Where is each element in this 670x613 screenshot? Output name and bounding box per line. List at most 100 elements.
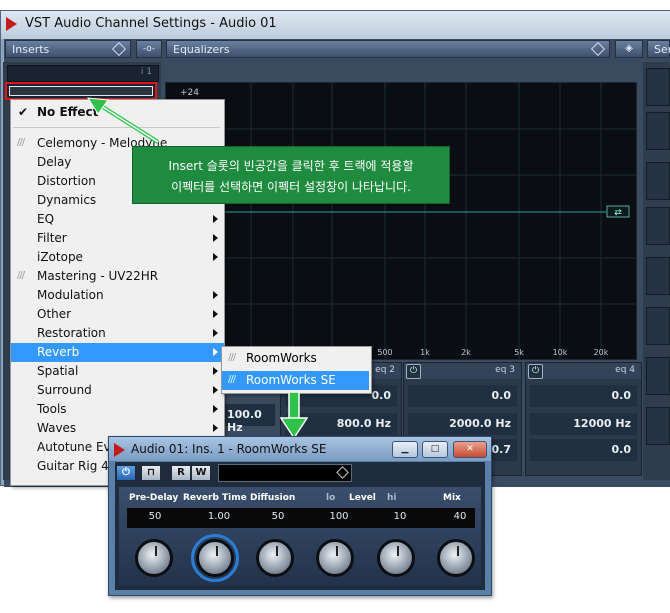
empty-insert-slot[interactable] bbox=[9, 86, 153, 96]
sends-panel bbox=[643, 62, 670, 480]
inserts-preset-icon[interactable] bbox=[111, 41, 127, 57]
menu-item-spatial[interactable]: Spatial bbox=[11, 362, 224, 381]
knob-indicator bbox=[397, 546, 399, 556]
chevron-right-icon bbox=[213, 329, 218, 337]
main-titlebar[interactable]: VST Audio Channel Settings - Audio 01 bbox=[1, 11, 670, 39]
power-icon[interactable]: ⏻ bbox=[528, 364, 543, 379]
plugin-window-title: Audio 01: Ins. 1 - RoomWorks SE bbox=[131, 442, 327, 456]
menu-item-tools[interactable]: Tools bbox=[11, 400, 224, 419]
eq-preset-icon[interactable] bbox=[590, 41, 606, 57]
menu-item-reverb[interactable]: Reverb bbox=[11, 343, 224, 362]
send-slot-2[interactable] bbox=[646, 112, 670, 150]
menu-item-other[interactable]: Other bbox=[11, 305, 224, 324]
freq-tick-label: 2k bbox=[461, 348, 471, 357]
level-lo-knob[interactable] bbox=[316, 539, 354, 577]
close-button[interactable]: ✕ bbox=[453, 441, 487, 458]
plugin-icon: /// bbox=[228, 352, 236, 363]
send-slot-8[interactable] bbox=[646, 407, 670, 445]
menu-item-label: EQ bbox=[37, 212, 55, 226]
minimize-button[interactable]: ▁ bbox=[392, 441, 418, 458]
eq-bypass-button[interactable]: ◈ bbox=[615, 40, 643, 58]
equalizers-header[interactable]: Equalizers bbox=[166, 40, 610, 58]
minimize-icon: ▁ bbox=[401, 444, 409, 454]
eq-freq-value[interactable]: 12000 Hz bbox=[530, 413, 637, 435]
plugin-power-button[interactable]: ⏻ bbox=[116, 465, 136, 481]
sends-header[interactable]: Sen bbox=[647, 40, 670, 58]
send-slot-1[interactable] bbox=[646, 68, 670, 106]
menu-item-surround[interactable]: Surround bbox=[11, 381, 224, 400]
send-slot-3[interactable] bbox=[646, 162, 670, 200]
eq-grid: ⇄ +24 501002005001k2k5k10k20k bbox=[166, 83, 636, 359]
eq-band-label: eq 3 bbox=[495, 365, 515, 375]
inserts-header[interactable]: Inserts bbox=[5, 40, 131, 58]
menu-item-label: Delay bbox=[37, 155, 72, 169]
freq-tick-label: 10k bbox=[553, 348, 568, 357]
power-icon: ⏻ bbox=[122, 467, 130, 478]
send-slot-4[interactable] bbox=[646, 207, 670, 245]
read-automation-button[interactable]: R bbox=[171, 465, 191, 481]
eq1-freq-value[interactable]: 100.0 Hz bbox=[223, 404, 275, 434]
eq-freq-value[interactable]: 2000.0 Hz bbox=[408, 413, 517, 435]
inserts-bypass-button[interactable]: -o- bbox=[136, 40, 162, 58]
svg-text:⇄: ⇄ bbox=[614, 208, 622, 218]
param-label-reverb-time: Reverb Time bbox=[183, 493, 247, 503]
menu-item-label: Restoration bbox=[37, 326, 106, 340]
mix-knob[interactable] bbox=[437, 539, 475, 577]
menu-item-mastering-uv22hr[interactable]: /// Mastering - UV22HR bbox=[11, 267, 224, 286]
param-label-diffusion: Diffusion bbox=[250, 493, 296, 503]
param-value-diffusion: 50 bbox=[271, 511, 285, 522]
callout-line-1: Insert 슬롯의 빈공간을 클릭한 후 트랙에 적용할 bbox=[168, 159, 414, 173]
menu-item-modulation[interactable]: Modulation bbox=[11, 286, 224, 305]
chevron-right-icon bbox=[213, 291, 218, 299]
power-icon[interactable]: ⏻ bbox=[406, 364, 421, 379]
menu-item-label: Other bbox=[37, 307, 72, 321]
menu-item-filter[interactable]: Filter bbox=[11, 229, 224, 248]
pre-delay-knob[interactable] bbox=[135, 539, 173, 577]
read-label: R bbox=[177, 467, 185, 478]
menu-item-izotope[interactable]: iZotope bbox=[11, 248, 224, 267]
preset-field[interactable] bbox=[218, 464, 352, 482]
submenu-item-label: RoomWorks SE bbox=[246, 373, 336, 387]
diffusion-knob[interactable] bbox=[256, 539, 294, 577]
param-value-display: 50 1.00 50 100 10 40 bbox=[127, 508, 475, 528]
chevron-right-icon bbox=[213, 234, 218, 242]
param-value-lo: 100 bbox=[329, 511, 349, 522]
maximize-icon: □ bbox=[430, 444, 440, 454]
param-label-mix: Mix bbox=[443, 493, 461, 503]
eq-q-value[interactable]: 0.0 bbox=[530, 439, 637, 461]
freq-tick-label: 1k bbox=[420, 348, 430, 357]
close-icon: ✕ bbox=[466, 444, 474, 454]
eq-gain-value[interactable]: 0.0 bbox=[530, 385, 637, 407]
eq-curve-display[interactable]: ⇄ +24 501002005001k2k5k10k20k bbox=[165, 82, 637, 360]
preset-menu-icon[interactable] bbox=[336, 466, 349, 479]
eq-band-4-header: ⏻ eq 4 bbox=[526, 363, 641, 379]
menu-item-label: Guitar Rig 4 bbox=[37, 459, 109, 473]
menu-item-eq[interactable]: EQ bbox=[11, 210, 224, 229]
eq-bypass-icon: ◈ bbox=[625, 43, 633, 54]
plugin-bypass-button[interactable]: ⊓ bbox=[141, 465, 161, 481]
eq-gain-value[interactable]: 0.0 bbox=[408, 385, 517, 407]
insert-slot-1[interactable]: i 1 bbox=[7, 65, 159, 82]
callout-line-2: 이펙터를 선택하면 이펙터 설정창이 나타납니다. bbox=[171, 180, 411, 194]
level-hi-knob[interactable] bbox=[377, 539, 415, 577]
menu-item-restoration[interactable]: Restoration bbox=[11, 324, 224, 343]
maximize-button[interactable]: □ bbox=[422, 441, 448, 458]
write-automation-button[interactable]: W bbox=[191, 465, 211, 481]
menu-item-label: Autotune Evo bbox=[37, 440, 118, 454]
plugin-titlebar[interactable]: Audio 01: Ins. 1 - RoomWorks SE ▁ □ ✕ bbox=[109, 437, 491, 461]
menu-item-label: Surround bbox=[37, 383, 92, 397]
roomworks-se-plugin-window: Audio 01: Ins. 1 - RoomWorks SE ▁ □ ✕ ⏻ … bbox=[108, 436, 492, 596]
bypass-icon: ⊓ bbox=[147, 467, 155, 478]
reverb-time-knob[interactable] bbox=[196, 539, 234, 577]
send-slot-7[interactable] bbox=[646, 357, 670, 395]
chevron-right-icon bbox=[213, 386, 218, 394]
menu-item-label: Waves bbox=[37, 421, 77, 435]
send-slot-5[interactable] bbox=[646, 257, 670, 295]
roomworks-control-panel: Pre-Delay Reverb Time Diffusion lo Level… bbox=[119, 487, 481, 586]
menu-item-label: Distortion bbox=[37, 174, 96, 188]
down-arrow-icon bbox=[280, 392, 308, 440]
param-label-pre-delay: Pre-Delay bbox=[129, 493, 179, 503]
submenu-item-roomworks-se[interactable]: /// RoomWorks SE bbox=[222, 371, 369, 390]
send-slot-6[interactable] bbox=[646, 307, 670, 345]
submenu-item-roomworks[interactable]: /// RoomWorks bbox=[222, 349, 371, 368]
